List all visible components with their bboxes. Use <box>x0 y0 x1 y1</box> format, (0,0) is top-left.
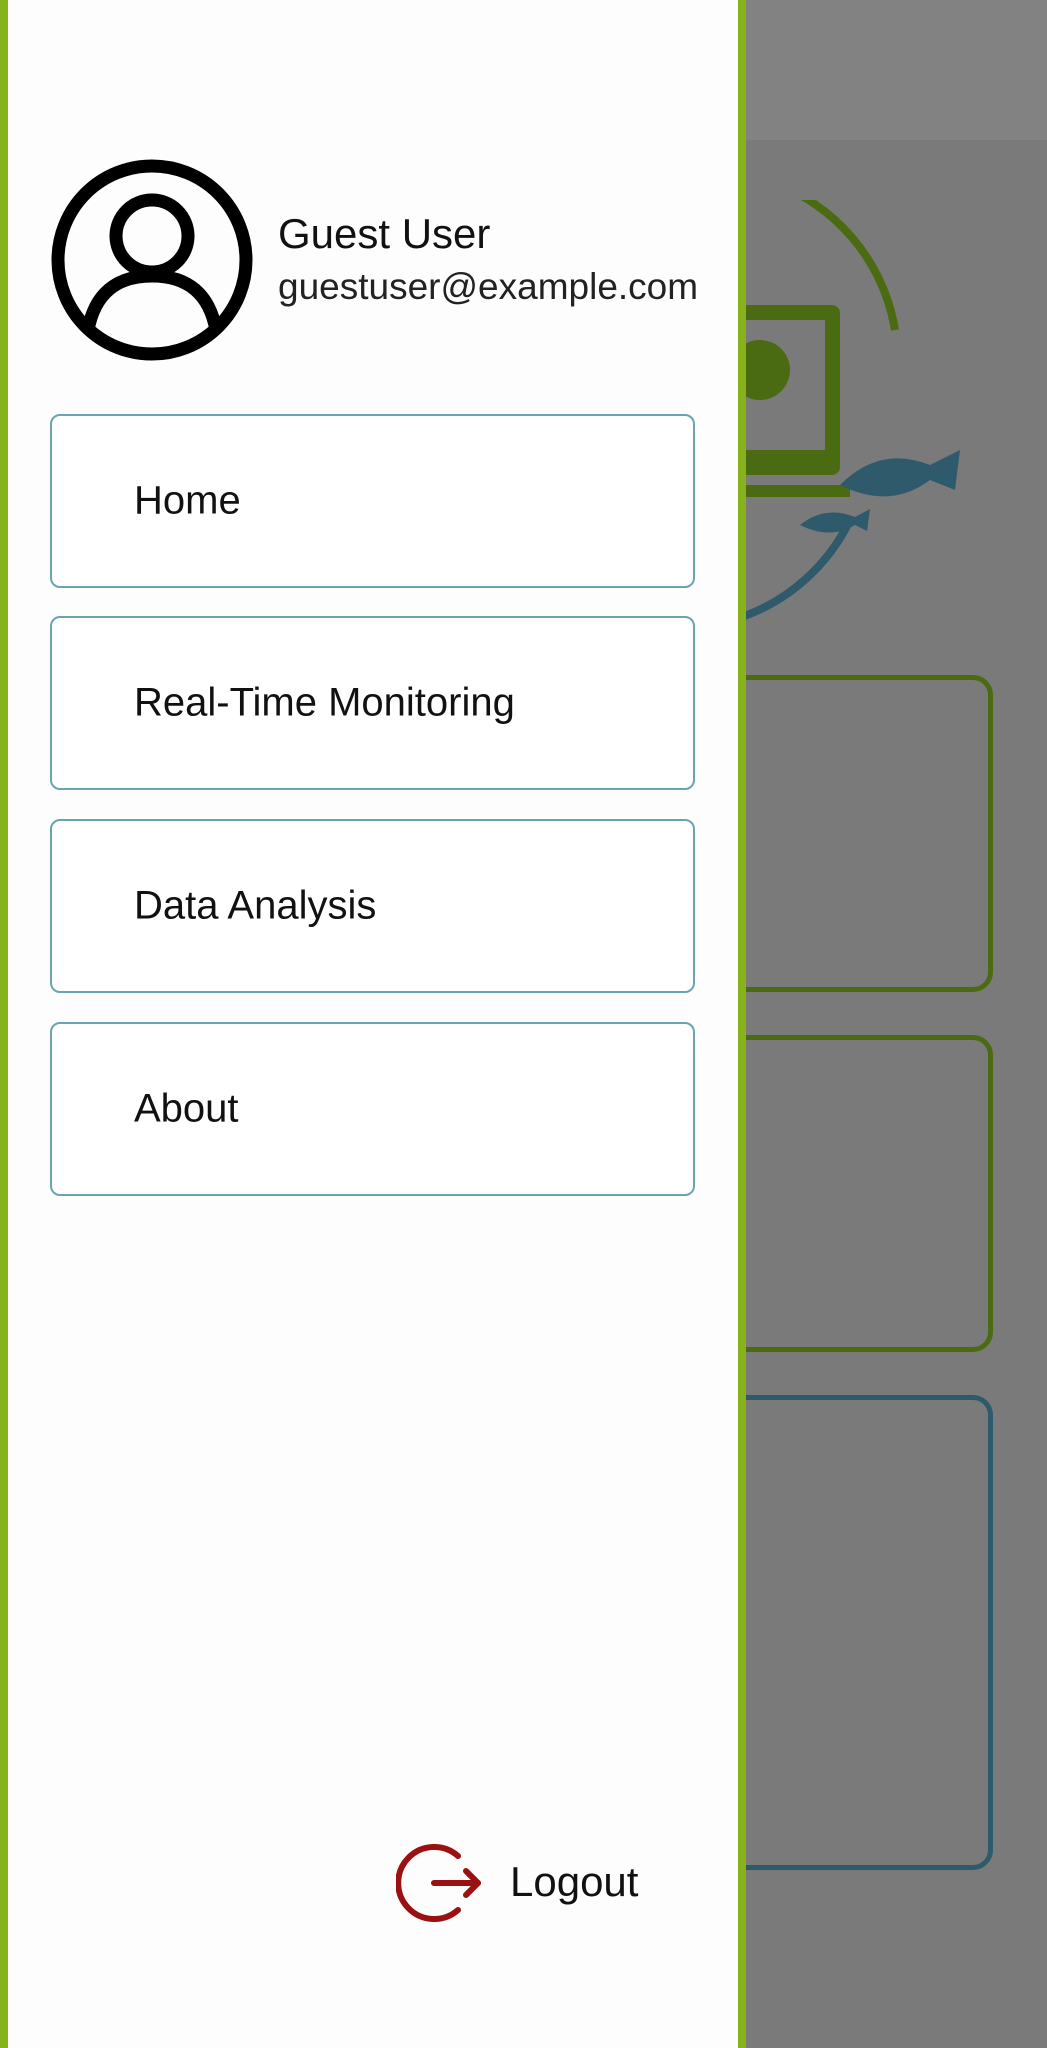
logout-button[interactable]: Logout <box>396 1836 656 1928</box>
menu-item-about[interactable]: About <box>50 1022 695 1196</box>
menu-item-label: Home <box>134 478 241 523</box>
menu-item-label: About <box>134 1086 239 1131</box>
menu-item-data-analysis[interactable]: Data Analysis <box>50 819 695 993</box>
menu-item-home[interactable]: Home <box>50 414 695 588</box>
logout-label: Logout <box>510 1858 639 1905</box>
account-circle-icon <box>51 159 253 361</box>
logout-icon <box>396 1844 481 1922</box>
user-profile-header: Guest User guestuser@example.com <box>50 158 710 362</box>
menu-item-real-time-monitoring[interactable]: Real-Time Monitoring <box>50 616 695 790</box>
user-email: guestuser@example.com <box>278 266 699 307</box>
user-name: Guest User <box>278 210 491 257</box>
menu-item-label: Data Analysis <box>134 883 377 928</box>
navigation-drawer: Guest User guestuser@example.com Home Re… <box>0 0 746 2048</box>
menu-item-label: Real-Time Monitoring <box>134 680 515 725</box>
